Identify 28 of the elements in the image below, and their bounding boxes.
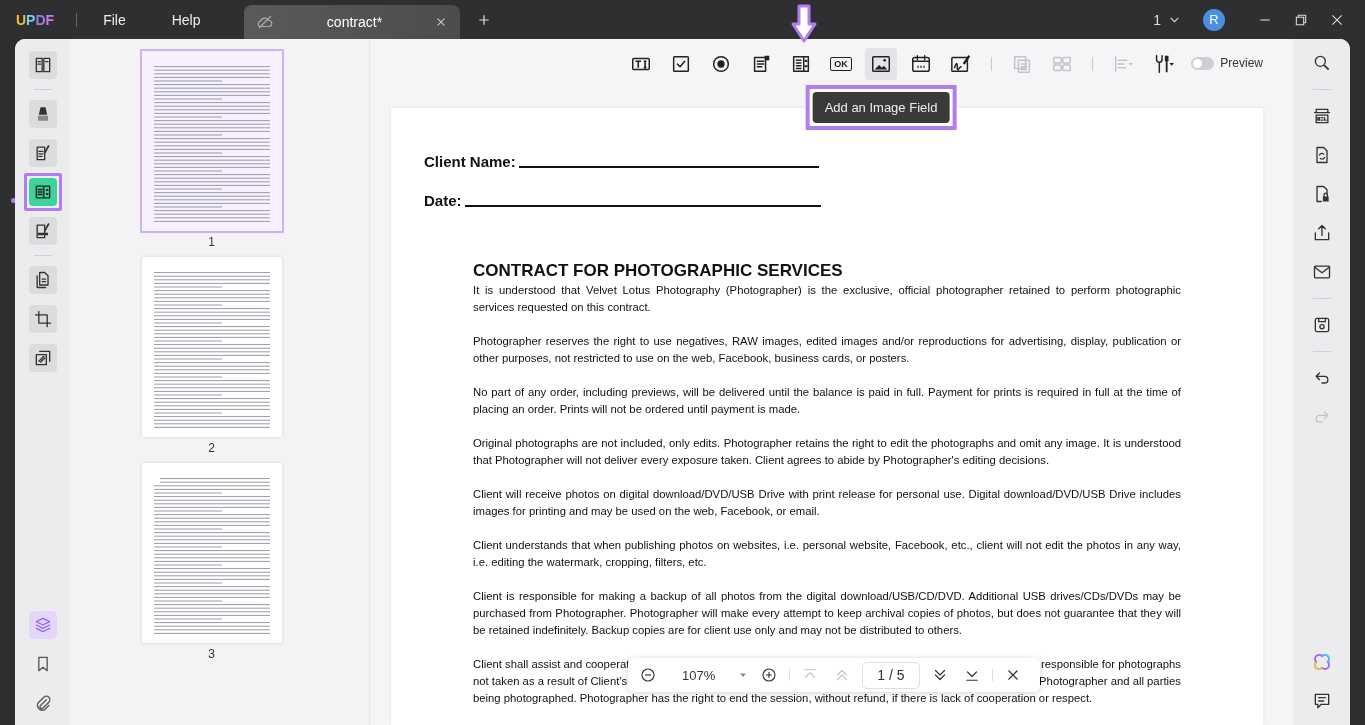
preview-label: Preview [1220, 56, 1263, 70]
page-number: 2 [208, 441, 215, 455]
paragraph: Original photographs are not included, only edits. Photographer retains the right to edit the photographs and omit any image. It is understood that Photographer will not deliver every exposure taken. Client agrees to abide by Photographer's editing decisions. [473, 436, 1181, 468]
page-field[interactable]: 1 / 5 [862, 661, 920, 689]
menu-item[interactable]: Help [171, 11, 201, 28]
paragraph: Photographer reserves the right to use negatives, RAW images, edited images and/or reproductions for advertising, display, publication or other purposes, not restricted to use on the web, Facebook, business cards, or posters. [473, 334, 1181, 366]
page-number: 1 [208, 235, 215, 249]
text-line: being photographed. Photographer has the right to end the session, without refund, if there is lack of cooperation or respect. [473, 691, 1093, 706]
document-title: CONTRACT FOR PHOTOGRAPHIC SERVICES [473, 262, 844, 279]
tab-title: contract* [325, 14, 384, 30]
blank-tool[interactable]: OK [825, 47, 857, 80]
text-line: Client shall assist and cooperat [473, 657, 630, 672]
text-line: Photographer and all parties [1039, 674, 1181, 689]
field-label: Client Name: [424, 153, 516, 170]
tooltip: Add an Image Field [812, 91, 950, 123]
paragraph: Client will receive photos on digital download/DVD/USB Drive with print release for personal use. Digital download/DVD/USB Drive includes images for printing and may be used on the web, Facebook, or email. [473, 487, 1181, 519]
paragraph: Client understands that when publishing photos on websites, i.e. personal website, Facebook, etc., client will not edit the photos in any way, i.e. editing the watermark, cropping, filters, etc. [473, 538, 1181, 570]
text-line: responsible for photographs [1040, 657, 1181, 672]
paragraph: Client is responsible for making a backup of all photos from the digital download/USB/CD/DVD. Additional USB drives/CDs/DVDs may be purchased from Photographer. Photographer will make every attempt to keep archival copies of photos, but does not guarantee that they will be retained indefinitely. Backup copies are for client use only and may not be distributed to others. [473, 589, 1181, 638]
paragraph: No part of any order, including previews, will be delivered until the balance is paid in full. Payment for prints is required in full at the time of placing an order. Prints will not be ordered until payment is made. [473, 385, 1181, 417]
paragraph: It is understood that Velvet Lotus Photography (Photographer) is the exclusive, official photographer retained to perform photographic services requested on this contract. [473, 283, 1181, 315]
window-counter[interactable]: 1 [1153, 11, 1161, 28]
menu-item[interactable]: File [103, 11, 126, 28]
document-tab[interactable]: contract* [244, 5, 461, 39]
page-number: 3 [208, 647, 215, 661]
zoom-level[interactable]: 107% [682, 666, 716, 684]
field-label: Date: [424, 192, 462, 209]
text-line: not taken as a result of Client’s [473, 674, 628, 689]
